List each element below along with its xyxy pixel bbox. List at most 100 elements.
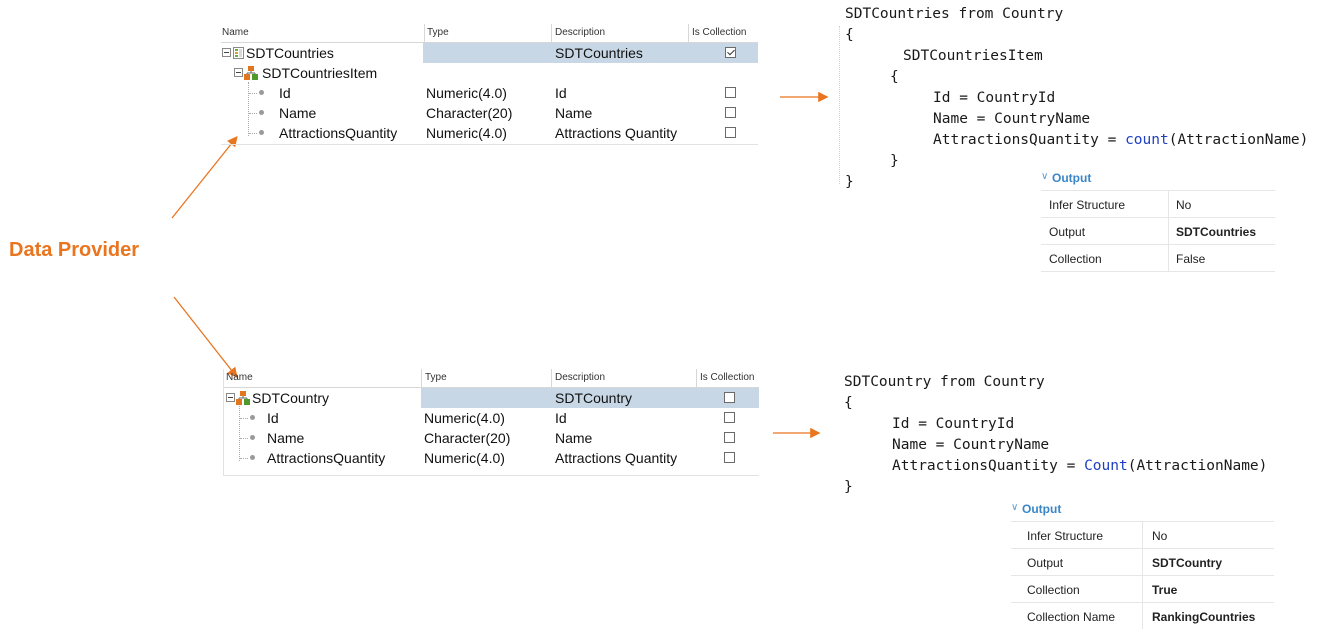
is-collection-checkbox[interactable] (725, 107, 736, 118)
property-key: Output (1027, 556, 1064, 570)
output-section-header[interactable]: ∨ Output (1041, 165, 1275, 191)
row-description: SDTCountry (555, 390, 633, 406)
chevron-down-icon[interactable]: ∨ (1041, 171, 1048, 182)
collapse-icon[interactable] (234, 68, 243, 77)
table-row[interactable]: SDTCountries SDTCountries (221, 43, 758, 63)
header-is-collection[interactable]: Is Collection (700, 372, 754, 383)
row-description: Id (555, 85, 567, 101)
code-line: { (844, 395, 853, 411)
row-name: SDTCountries (246, 45, 334, 61)
header-description[interactable]: Description (555, 372, 605, 383)
header-type[interactable]: Type (427, 27, 449, 38)
output-section-header[interactable]: ∨ Output (1011, 496, 1274, 522)
table-row[interactable]: Name Character(20) Name (224, 428, 759, 448)
table-row[interactable]: SDTCountriesItem (221, 63, 758, 83)
code-line: } (845, 174, 854, 190)
is-collection-checkbox[interactable] (724, 412, 735, 423)
row-name: AttractionsQuantity (267, 450, 386, 466)
code-line: { (890, 69, 899, 85)
code-line: } (890, 153, 899, 169)
table-row[interactable]: Id Numeric(4.0) Id (221, 83, 758, 103)
count-keyword: count (1125, 132, 1169, 148)
row-type: Numeric(4.0) (424, 450, 505, 466)
row-type: Numeric(4.0) (424, 410, 505, 426)
row-name: AttractionsQuantity (279, 125, 398, 141)
table-row[interactable]: Id Numeric(4.0) Id (224, 408, 759, 428)
row-name: SDTCountriesItem (262, 65, 378, 81)
property-row[interactable]: Infer Structure No (1041, 191, 1275, 218)
collapse-icon[interactable] (222, 48, 231, 57)
property-row[interactable]: Collection False (1041, 245, 1275, 272)
is-collection-checkbox[interactable] (725, 87, 736, 98)
property-value[interactable]: SDTCountry (1152, 556, 1222, 570)
count-keyword: Count (1084, 458, 1128, 474)
is-collection-checkbox[interactable] (725, 47, 736, 58)
property-value[interactable]: True (1152, 583, 1177, 597)
attribute-dot-icon (259, 130, 264, 135)
code-line: Id = CountryId (892, 416, 1015, 432)
is-collection-checkbox[interactable] (724, 392, 735, 403)
property-row[interactable]: Collection True (1011, 576, 1274, 603)
property-value[interactable]: RankingCountries (1152, 610, 1255, 624)
property-key: Output (1049, 225, 1086, 239)
row-description: Attractions Quantity (555, 125, 678, 141)
attribute-dot-icon (250, 435, 255, 440)
structure-icon (236, 391, 250, 405)
property-key: Infer Structure (1049, 198, 1126, 212)
output-section-title: Output (1022, 502, 1062, 516)
code-line: { (845, 27, 854, 43)
property-value[interactable]: False (1176, 252, 1205, 266)
property-key: Infer Structure (1027, 529, 1104, 543)
data-provider-source-bottom[interactable]: SDTCountry from Country { Id = CountryId… (844, 372, 1324, 496)
property-row[interactable]: Collection Name RankingCountries (1011, 603, 1274, 629)
table-row[interactable]: Name Character(20) Name (221, 103, 758, 123)
row-type: Numeric(4.0) (426, 125, 507, 141)
header-is-collection[interactable]: Is Collection (692, 27, 746, 38)
sdt-structure-grid-top: Name Type Description Is Collection SDTC… (221, 24, 758, 145)
sdt-root-icon (233, 47, 244, 59)
table-row[interactable]: SDTCountry SDTCountry (224, 388, 759, 408)
chevron-down-icon[interactable]: ∨ (1011, 502, 1018, 513)
code-line: AttractionsQuantity = count(AttractionNa… (933, 132, 1309, 148)
table-row[interactable]: AttractionsQuantity Numeric(4.0) Attract… (224, 448, 759, 468)
attribute-dot-icon (259, 110, 264, 115)
grid-header: Name Type Description Is Collection (224, 369, 759, 388)
row-type: Character(20) (424, 430, 511, 446)
is-collection-checkbox[interactable] (724, 432, 735, 443)
row-name: Name (279, 105, 317, 121)
collapse-icon[interactable] (226, 393, 235, 402)
code-line: AttractionsQuantity = Count(AttractionNa… (892, 458, 1268, 474)
property-key: Collection Name (1027, 610, 1116, 624)
property-row[interactable]: Infer Structure No (1011, 522, 1274, 549)
header-name[interactable]: Name (226, 372, 253, 383)
code-line: Name = CountryName (933, 111, 1091, 127)
property-row[interactable]: Output SDTCountry (1011, 549, 1274, 576)
code-line: Id = CountryId (933, 90, 1056, 106)
attribute-dot-icon (250, 415, 255, 420)
property-value[interactable]: No (1152, 529, 1167, 543)
header-type[interactable]: Type (425, 372, 447, 383)
row-description: Name (555, 430, 593, 446)
row-description: Name (555, 105, 593, 121)
row-description: SDTCountries (555, 45, 643, 61)
property-row[interactable]: Output SDTCountries (1041, 218, 1275, 245)
sdt-structure-grid-bottom: Name Type Description Is Collection SDTC… (223, 369, 759, 476)
header-description[interactable]: Description (555, 27, 605, 38)
property-key: Collection (1049, 252, 1102, 266)
row-name: Id (267, 410, 279, 426)
structure-icon (244, 66, 258, 80)
attribute-dot-icon (250, 455, 255, 460)
attribute-dot-icon (259, 90, 264, 95)
property-value[interactable]: No (1176, 198, 1191, 212)
row-name: Name (267, 430, 305, 446)
arrow-to-top-grid (171, 135, 238, 219)
code-line: SDTCountriesItem (903, 48, 1043, 64)
data-provider-label: Data Provider (9, 239, 140, 261)
property-value[interactable]: SDTCountries (1176, 225, 1256, 239)
output-section-title: Output (1052, 171, 1092, 185)
output-properties-bottom: ∨ Output Infer Structure No Output SDTCo… (1011, 496, 1274, 629)
is-collection-checkbox[interactable] (725, 127, 736, 138)
is-collection-checkbox[interactable] (724, 452, 735, 463)
table-row[interactable]: AttractionsQuantity Numeric(4.0) Attract… (221, 123, 758, 143)
header-name[interactable]: Name (222, 27, 249, 38)
